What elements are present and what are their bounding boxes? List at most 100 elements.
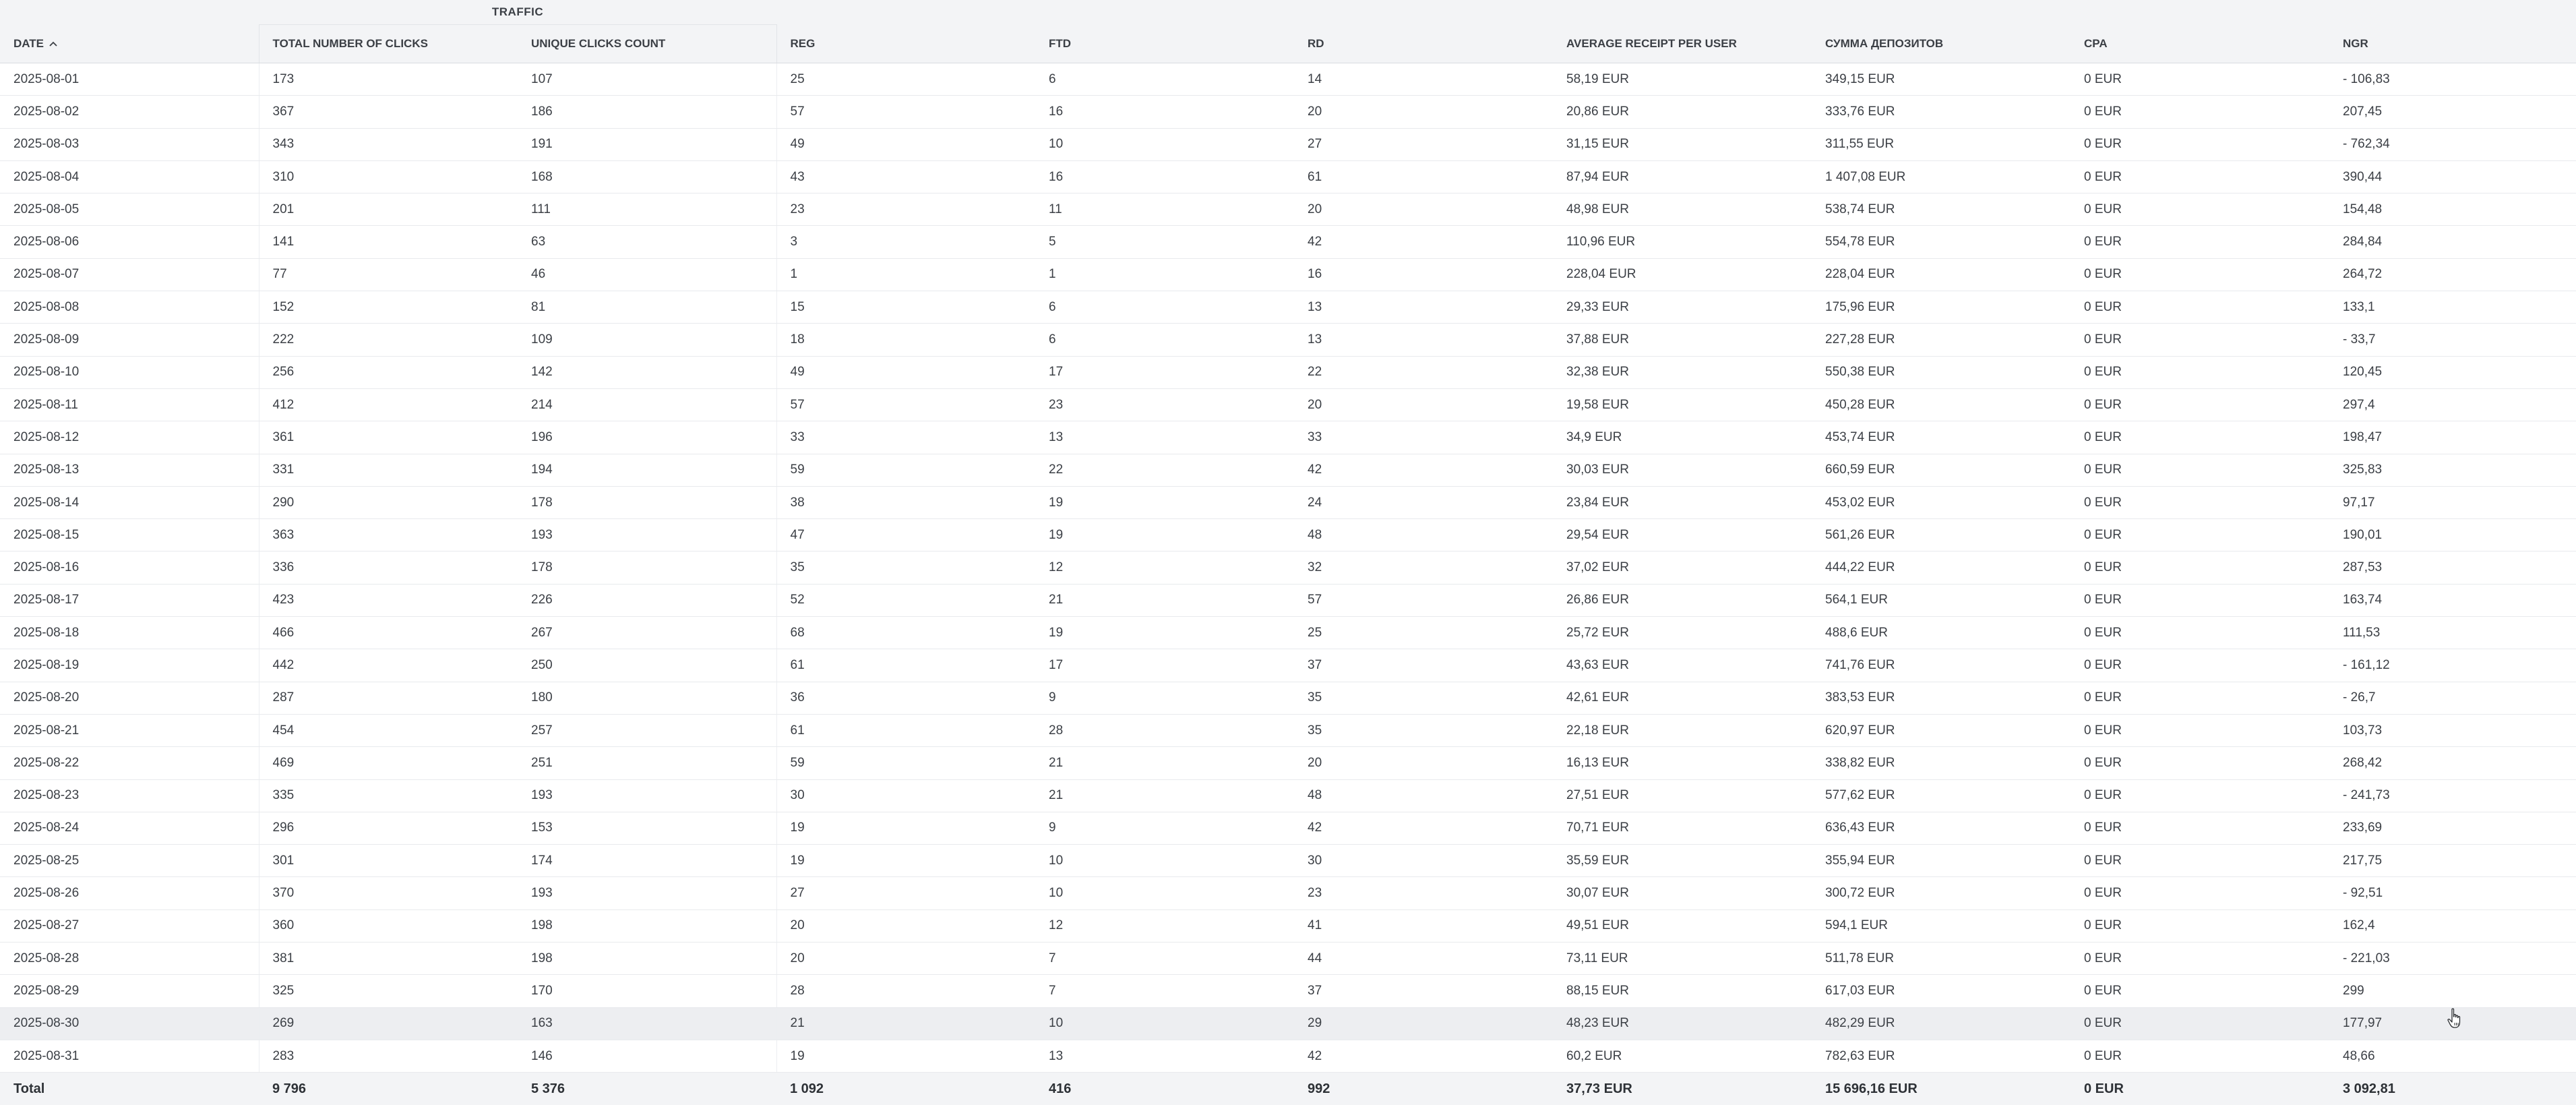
cell-ftd: 21 <box>1035 746 1294 780</box>
cell-ftd: 17 <box>1035 649 1294 682</box>
cell-rd: 57 <box>1294 584 1553 618</box>
cell-unique-clicks: 226 <box>518 584 776 618</box>
cell-date: 2025-08-23 <box>0 779 259 812</box>
table-row[interactable]: 2025-08-26 370 193 27 10 23 30,07 EUR 300,72 EU… <box>0 876 2576 910</box>
cell-cpa: 0 EUR <box>2071 649 2329 682</box>
cell-ngr: - 762,34 <box>2329 128 2576 161</box>
table-row[interactable]: 2025-08-18 466 267 68 19 25 25,72 EUR 488,6 EUR… <box>0 616 2576 650</box>
table-row[interactable]: 2025-08-24 296 153 19 9 42 70,71 EUR 636,43 EUR… <box>0 812 2576 845</box>
cell-unique-clicks: 257 <box>518 714 776 748</box>
table-row[interactable]: 2025-08-05 201 111 23 11 20 48,98 EUR 538,74 EU… <box>0 193 2576 227</box>
cell-cpa: 0 EUR <box>2071 95 2329 129</box>
table-row[interactable]: 2025-08-14 290 178 38 19 24 23,84 EUR 453,02 EU… <box>0 486 2576 520</box>
cell-reg: 28 <box>776 974 1035 1008</box>
table-row[interactable]: 2025-08-19 442 250 61 17 37 43,63 EUR 741,76 EU… <box>0 649 2576 682</box>
cell-cpa: 0 EUR <box>2071 682 2329 715</box>
cell-average-receipt: 37,88 EUR <box>1553 323 1812 357</box>
table-row[interactable]: 2025-08-06 141 63 3 5 42 110,96 EUR 554,78 EUR 0… <box>0 225 2576 259</box>
cell-unique-clicks: 111 <box>518 193 776 227</box>
table-row[interactable]: 2025-08-02 367 186 57 16 20 20,86 EUR 333,76 EU… <box>0 95 2576 129</box>
table-row[interactable]: 2025-08-17 423 226 52 21 57 26,86 EUR 564,1 EUR… <box>0 584 2576 618</box>
table-row[interactable]: 2025-08-27 360 198 20 12 41 49,51 EUR 594,1 EUR… <box>0 909 2576 943</box>
cell-ftd: 13 <box>1035 421 1294 454</box>
cell-rd: 61 <box>1294 160 1553 194</box>
cell-ftd: 22 <box>1035 454 1294 487</box>
column-header-row: DATE TOTAL NUMBER OF CLICKS UNIQUE CLICK… <box>0 24 2576 63</box>
table-row[interactable]: 2025-08-16 336 178 35 12 32 37,02 EUR 444,22 EU… <box>0 551 2576 585</box>
cell-reg: 25 <box>776 63 1035 96</box>
cell-average-receipt: 30,07 EUR <box>1553 876 1812 910</box>
table-row[interactable]: 2025-08-04 310 168 43 16 61 87,94 EUR 1 407,08 … <box>0 160 2576 194</box>
cell-unique-clicks: 250 <box>518 649 776 682</box>
table-row[interactable]: 2025-08-30 269 163 21 10 29 48,23 EUR 482,29 EU… <box>0 1007 2576 1040</box>
cell-date: 2025-08-11 <box>0 388 259 422</box>
cell-ftd: 10 <box>1035 844 1294 878</box>
cell-rd: 13 <box>1294 291 1553 324</box>
cell-date: 2025-08-06 <box>0 225 259 259</box>
cell-cpa: 0 EUR <box>2071 291 2329 324</box>
cell-average-receipt: 27,51 EUR <box>1553 779 1812 812</box>
cell-ftd: 16 <box>1035 95 1294 129</box>
cell-deposits-sum: 636,43 EUR <box>1812 812 2071 845</box>
cell-date: 2025-08-22 <box>0 746 259 780</box>
table-row[interactable]: 2025-08-12 361 196 33 13 33 34,9 EUR 453,74 EUR… <box>0 421 2576 454</box>
cell-reg: 59 <box>776 746 1035 780</box>
cell-total-clicks: 423 <box>258 584 518 618</box>
cell-reg: 30 <box>776 779 1035 812</box>
cell-total-clicks: 370 <box>258 876 518 910</box>
cell-ftd: 12 <box>1035 551 1294 585</box>
cell-ftd: 19 <box>1035 616 1294 650</box>
cell-deposits-sum: 444,22 EUR <box>1812 551 2071 585</box>
chevron-up-icon[interactable] <box>49 40 57 47</box>
column-header-total-clicks[interactable]: TOTAL NUMBER OF CLICKS <box>258 24 518 63</box>
column-header-reg[interactable]: REG <box>776 24 1035 63</box>
cell-total-clicks: 283 <box>258 1040 518 1073</box>
table-row[interactable]: 2025-08-23 335 193 30 21 48 27,51 EUR 577,62 EU… <box>0 779 2576 812</box>
cell-deposits-sum: 561,26 EUR <box>1812 518 2071 552</box>
table-row[interactable]: 2025-08-31 283 146 19 13 42 60,2 EUR 782,63 EUR… <box>0 1040 2576 1073</box>
cell-reg: 35 <box>776 551 1035 585</box>
cell-average-receipt: 49,51 EUR <box>1553 909 1812 943</box>
column-header-date[interactable]: DATE <box>0 24 259 63</box>
table-row[interactable]: 2025-08-11 412 214 57 23 20 19,58 EUR 450,28 EU… <box>0 388 2576 422</box>
table-row[interactable]: 2025-08-13 331 194 59 22 42 30,03 EUR 660,59 EU… <box>0 454 2576 487</box>
column-header-ngr[interactable]: NGR <box>2329 24 2576 63</box>
cell-ngr: 325,83 <box>2329 454 2576 487</box>
column-header-ftd[interactable]: FTD <box>1035 24 1294 63</box>
table-row[interactable]: 2025-08-29 325 170 28 7 37 88,15 EUR 617,03 EUR… <box>0 974 2576 1008</box>
table-row[interactable]: 2025-08-21 454 257 61 28 35 22,18 EUR 620,97 EU… <box>0 714 2576 748</box>
cell-date: 2025-08-05 <box>0 193 259 227</box>
cell-average-receipt: 29,54 EUR <box>1553 518 1812 552</box>
table-row[interactable]: 2025-08-08 152 81 15 6 13 29,33 EUR 175,96 EUR 0… <box>0 291 2576 324</box>
cell-total-clicks: 381 <box>258 942 518 976</box>
cell-reg: 19 <box>776 1040 1035 1073</box>
table-row[interactable]: 2025-08-20 287 180 36 9 35 42,61 EUR 383,53 EUR… <box>0 682 2576 715</box>
total-unique-clicks: 5 376 <box>518 1072 776 1105</box>
column-header-cpa[interactable]: CPA <box>2071 24 2329 63</box>
column-header-average-receipt[interactable]: AVERAGE RECEIPT PER USER <box>1553 24 1812 63</box>
table-row[interactable]: 2025-08-07 77 46 1 1 16 228,04 EUR 228,04 EUR 0 … <box>0 258 2576 292</box>
table-row[interactable]: 2025-08-15 363 193 47 19 48 29,54 EUR 561,26 EU… <box>0 518 2576 552</box>
table-row[interactable]: 2025-08-10 256 142 49 17 22 32,38 EUR 550,38 EU… <box>0 356 2576 389</box>
cell-ftd: 1 <box>1035 258 1294 292</box>
column-header-deposits-sum[interactable]: СУММА ДЕПОЗИТОВ <box>1812 24 2071 63</box>
cell-rd: 22 <box>1294 356 1553 389</box>
cell-ngr: - 161,12 <box>2329 649 2576 682</box>
cell-rd: 23 <box>1294 876 1553 910</box>
column-header-unique-clicks[interactable]: UNIQUE CLICKS COUNT <box>518 24 776 63</box>
cell-ngr: 287,53 <box>2329 551 2576 585</box>
table-row[interactable]: 2025-08-25 301 174 19 10 30 35,59 EUR 355,94 EU… <box>0 844 2576 878</box>
cell-ngr: 120,45 <box>2329 356 2576 389</box>
cell-unique-clicks: 196 <box>518 421 776 454</box>
column-header-rd[interactable]: RD <box>1294 24 1553 63</box>
table-row[interactable]: 2025-08-03 343 191 49 10 27 31,15 EUR 311,55 EU… <box>0 128 2576 161</box>
table-row[interactable]: 2025-08-09 222 109 18 6 13 37,88 EUR 227,28 EUR… <box>0 323 2576 357</box>
cell-deposits-sum: 741,76 EUR <box>1812 649 2071 682</box>
table-row[interactable]: 2025-08-22 469 251 59 21 20 16,13 EUR 338,82 EU… <box>0 746 2576 780</box>
cell-ngr: 154,48 <box>2329 193 2576 227</box>
cell-date: 2025-08-15 <box>0 518 259 552</box>
table-row[interactable]: 2025-08-01 173 107 25 6 14 58,19 EUR 349,15 EUR… <box>0 63 2576 96</box>
table-row[interactable]: 2025-08-28 381 198 20 7 44 73,11 EUR 511,78 EUR… <box>0 942 2576 976</box>
cell-average-receipt: 16,13 EUR <box>1553 746 1812 780</box>
cell-total-clicks: 290 <box>258 486 518 520</box>
